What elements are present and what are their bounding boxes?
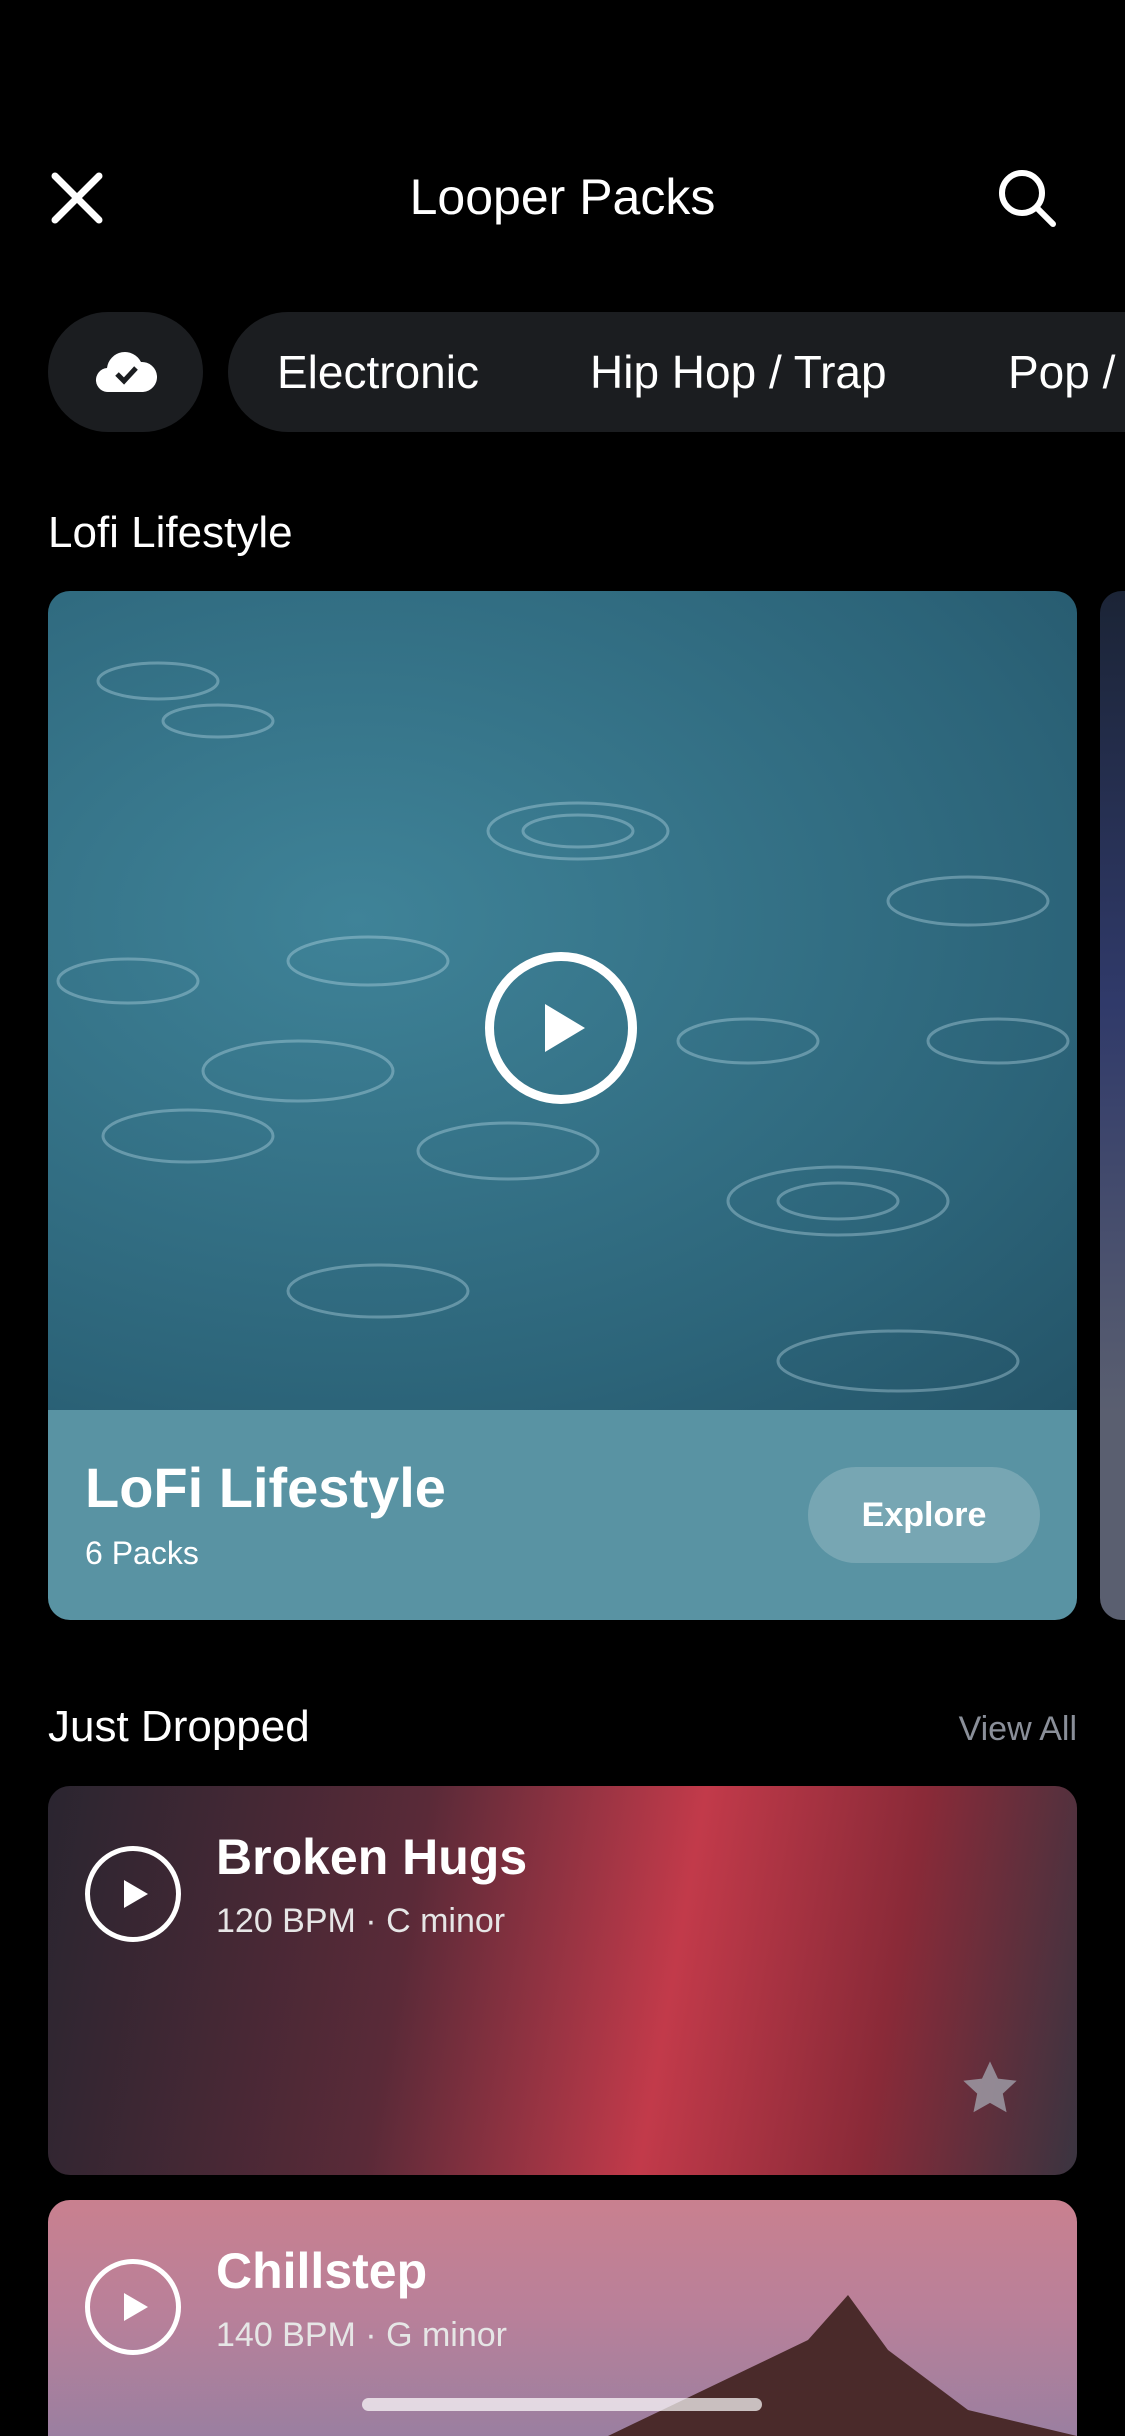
- pack-card[interactable]: Broken Hugs 120 BPM · C minor: [48, 1786, 1077, 2175]
- explore-button[interactable]: Explore: [808, 1467, 1040, 1563]
- next-featured-card[interactable]: [1100, 591, 1125, 1620]
- cloud-check-icon: [95, 352, 157, 393]
- genre-filter-bar: Electronic Hip Hop / Trap Pop /: [228, 312, 1125, 432]
- downloaded-filter-button[interactable]: [48, 312, 203, 432]
- featured-card-title: LoFi Lifestyle: [85, 1456, 446, 1519]
- section-title-featured: Lofi Lifestyle: [48, 508, 293, 557]
- play-button[interactable]: [85, 1846, 181, 1942]
- pack-title: Broken Hugs: [216, 1829, 528, 1885]
- play-icon: [124, 2293, 148, 2321]
- pack-title: Chillstep: [216, 2243, 428, 2299]
- play-button[interactable]: [85, 2259, 181, 2355]
- featured-card[interactable]: LoFi Lifestyle 6 Packs Explore: [48, 591, 1077, 1620]
- featured-card-info: LoFi Lifestyle 6 Packs Explore: [48, 1410, 1077, 1620]
- star-icon[interactable]: [958, 2056, 1022, 2120]
- pack-subtitle: 140 BPM · G minor: [216, 2316, 507, 2354]
- play-icon: [545, 1004, 585, 1052]
- home-indicator: [362, 2398, 762, 2411]
- genre-chip-electronic[interactable]: Electronic: [277, 348, 479, 396]
- search-icon[interactable]: [995, 166, 1059, 230]
- play-button[interactable]: [485, 952, 637, 1104]
- featured-card-image: [48, 591, 1077, 1411]
- page-title: Looper Packs: [409, 169, 716, 225]
- view-all-link[interactable]: View All: [959, 1710, 1077, 1749]
- genre-chip-hip-hop-trap[interactable]: Hip Hop / Trap: [590, 348, 887, 396]
- featured-card-subtitle: 6 Packs: [85, 1535, 199, 1571]
- genre-chip-pop[interactable]: Pop /: [1008, 348, 1115, 396]
- pack-subtitle: 120 BPM · C minor: [216, 1902, 506, 1940]
- play-icon: [124, 1880, 148, 1908]
- section-title-just-dropped: Just Dropped: [48, 1702, 310, 1751]
